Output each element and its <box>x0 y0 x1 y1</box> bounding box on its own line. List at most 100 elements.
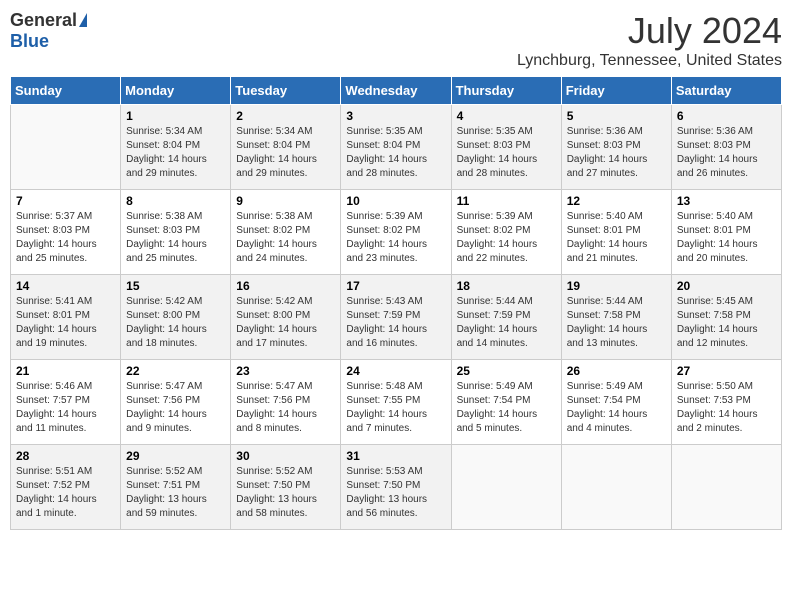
day-number: 9 <box>236 194 335 208</box>
header: General Blue July 2024 Lynchburg, Tennes… <box>10 10 782 70</box>
day-number: 10 <box>346 194 445 208</box>
day-info: Sunrise: 5:46 AM Sunset: 7:57 PM Dayligh… <box>16 380 115 436</box>
weekday-header: Monday <box>121 77 231 105</box>
day-number: 26 <box>567 364 666 378</box>
day-info: Sunrise: 5:51 AM Sunset: 7:52 PM Dayligh… <box>16 465 115 521</box>
calendar-cell: 8 Sunrise: 5:38 AM Sunset: 8:03 PM Daylig… <box>121 190 231 275</box>
day-number: 4 <box>457 109 556 123</box>
day-info: Sunrise: 5:40 AM Sunset: 8:01 PM Dayligh… <box>567 210 666 266</box>
day-number: 12 <box>567 194 666 208</box>
calendar-cell: 6Sunrise: 5:36 AM Sunset: 8:03 PM Daylig… <box>671 105 781 190</box>
calendar-cell: 3 Sunrise: 5:35 AM Sunset: 8:04 PM Daylig… <box>341 105 451 190</box>
calendar-cell: 11 Sunrise: 5:39 AM Sunset: 8:02 PM Dayli… <box>451 190 561 275</box>
calendar-cell: 13 Sunrise: 5:40 AM Sunset: 8:01 PM Dayli… <box>671 190 781 275</box>
day-info: Sunrise: 5:35 AM Sunset: 8:04 PM Dayligh… <box>346 125 445 181</box>
day-info: Sunrise: 5:52 AM Sunset: 7:51 PM Dayligh… <box>126 465 225 521</box>
calendar-header-row: SundayMondayTuesdayWednesdayThursdayFrid… <box>11 77 782 105</box>
weekday-header: Saturday <box>671 77 781 105</box>
day-info: Sunrise: 5:35 AM Sunset: 8:03 PM Dayligh… <box>457 125 556 181</box>
subtitle: Lynchburg, Tennessee, United States <box>517 52 782 70</box>
day-info: Sunrise: 5:45 AM Sunset: 7:58 PM Dayligh… <box>677 295 776 351</box>
calendar-cell: 4 Sunrise: 5:35 AM Sunset: 8:03 PM Daylig… <box>451 105 561 190</box>
day-number: 25 <box>457 364 556 378</box>
day-number: 27 <box>677 364 776 378</box>
calendar-cell: 25 Sunrise: 5:49 AM Sunset: 7:54 PM Dayli… <box>451 360 561 445</box>
day-number: 2 <box>236 109 335 123</box>
day-number: 15 <box>126 279 225 293</box>
weekday-header: Friday <box>561 77 671 105</box>
main-title: July 2024 <box>517 10 782 52</box>
day-info: Sunrise: 5:36 AM Sunset: 8:03 PM Dayligh… <box>567 125 666 181</box>
day-info: Sunrise: 5:40 AM Sunset: 8:01 PM Dayligh… <box>677 210 776 266</box>
calendar-week-row: 1Sunrise: 5:34 AM Sunset: 8:04 PM Daylig… <box>11 105 782 190</box>
day-info: Sunrise: 5:44 AM Sunset: 7:59 PM Dayligh… <box>457 295 556 351</box>
calendar-cell: 19 Sunrise: 5:44 AM Sunset: 7:58 PM Dayli… <box>561 275 671 360</box>
day-number: 13 <box>677 194 776 208</box>
logo-general-text: General <box>10 10 77 31</box>
calendar-week-row: 7 Sunrise: 5:37 AM Sunset: 8:03 PM Daylig… <box>11 190 782 275</box>
day-info: Sunrise: 5:42 AM Sunset: 8:00 PM Dayligh… <box>236 295 335 351</box>
day-info: Sunrise: 5:37 AM Sunset: 8:03 PM Dayligh… <box>16 210 115 266</box>
day-number: 31 <box>346 449 445 463</box>
calendar-cell <box>11 105 121 190</box>
calendar-cell: 18 Sunrise: 5:44 AM Sunset: 7:59 PM Dayli… <box>451 275 561 360</box>
weekday-header: Sunday <box>11 77 121 105</box>
calendar-week-row: 14Sunrise: 5:41 AM Sunset: 8:01 PM Dayli… <box>11 275 782 360</box>
logo-triangle-icon <box>79 13 87 27</box>
day-info: Sunrise: 5:36 AM Sunset: 8:03 PM Dayligh… <box>677 125 776 181</box>
day-number: 18 <box>457 279 556 293</box>
day-info: Sunrise: 5:39 AM Sunset: 8:02 PM Dayligh… <box>346 210 445 266</box>
day-info: Sunrise: 5:34 AM Sunset: 8:04 PM Dayligh… <box>126 125 225 181</box>
day-number: 11 <box>457 194 556 208</box>
calendar-cell: 2 Sunrise: 5:34 AM Sunset: 8:04 PM Daylig… <box>231 105 341 190</box>
calendar-cell <box>671 445 781 530</box>
day-number: 24 <box>346 364 445 378</box>
logo-blue-text: Blue <box>10 31 49 52</box>
calendar-cell: 16 Sunrise: 5:42 AM Sunset: 8:00 PM Dayli… <box>231 275 341 360</box>
calendar-cell: 24 Sunrise: 5:48 AM Sunset: 7:55 PM Dayli… <box>341 360 451 445</box>
day-info: Sunrise: 5:53 AM Sunset: 7:50 PM Dayligh… <box>346 465 445 521</box>
day-info: Sunrise: 5:38 AM Sunset: 8:03 PM Dayligh… <box>126 210 225 266</box>
day-info: Sunrise: 5:39 AM Sunset: 8:02 PM Dayligh… <box>457 210 556 266</box>
day-number: 20 <box>677 279 776 293</box>
day-info: Sunrise: 5:49 AM Sunset: 7:54 PM Dayligh… <box>567 380 666 436</box>
calendar-cell: 9Sunrise: 5:38 AM Sunset: 8:02 PM Daylig… <box>231 190 341 275</box>
day-number: 23 <box>236 364 335 378</box>
weekday-header: Thursday <box>451 77 561 105</box>
day-number: 28 <box>16 449 115 463</box>
calendar-cell: 22Sunrise: 5:47 AM Sunset: 7:56 PM Dayli… <box>121 360 231 445</box>
weekday-header: Tuesday <box>231 77 341 105</box>
calendar-cell: 27Sunrise: 5:50 AM Sunset: 7:53 PM Dayli… <box>671 360 781 445</box>
day-number: 22 <box>126 364 225 378</box>
day-number: 7 <box>16 194 115 208</box>
calendar-cell: 7 Sunrise: 5:37 AM Sunset: 8:03 PM Daylig… <box>11 190 121 275</box>
day-number: 8 <box>126 194 225 208</box>
calendar-cell: 28 Sunrise: 5:51 AM Sunset: 7:52 PM Dayli… <box>11 445 121 530</box>
calendar-cell <box>561 445 671 530</box>
calendar-cell: 14Sunrise: 5:41 AM Sunset: 8:01 PM Dayli… <box>11 275 121 360</box>
day-info: Sunrise: 5:44 AM Sunset: 7:58 PM Dayligh… <box>567 295 666 351</box>
day-number: 14 <box>16 279 115 293</box>
day-info: Sunrise: 5:43 AM Sunset: 7:59 PM Dayligh… <box>346 295 445 351</box>
calendar-cell: 20 Sunrise: 5:45 AM Sunset: 7:58 PM Dayli… <box>671 275 781 360</box>
day-number: 19 <box>567 279 666 293</box>
day-number: 17 <box>346 279 445 293</box>
calendar-cell: 23Sunrise: 5:47 AM Sunset: 7:56 PM Dayli… <box>231 360 341 445</box>
calendar-week-row: 28 Sunrise: 5:51 AM Sunset: 7:52 PM Dayli… <box>11 445 782 530</box>
calendar-cell: 12 Sunrise: 5:40 AM Sunset: 8:01 PM Dayli… <box>561 190 671 275</box>
day-info: Sunrise: 5:48 AM Sunset: 7:55 PM Dayligh… <box>346 380 445 436</box>
calendar-cell: 29 Sunrise: 5:52 AM Sunset: 7:51 PM Dayli… <box>121 445 231 530</box>
day-number: 29 <box>126 449 225 463</box>
day-number: 5 <box>567 109 666 123</box>
title-area: July 2024 Lynchburg, Tennessee, United S… <box>517 10 782 70</box>
day-info: Sunrise: 5:49 AM Sunset: 7:54 PM Dayligh… <box>457 380 556 436</box>
calendar-cell: 17 Sunrise: 5:43 AM Sunset: 7:59 PM Dayli… <box>341 275 451 360</box>
day-number: 16 <box>236 279 335 293</box>
weekday-header: Wednesday <box>341 77 451 105</box>
calendar-cell: 26 Sunrise: 5:49 AM Sunset: 7:54 PM Dayli… <box>561 360 671 445</box>
calendar-cell: 1Sunrise: 5:34 AM Sunset: 8:04 PM Daylig… <box>121 105 231 190</box>
calendar-cell <box>451 445 561 530</box>
day-info: Sunrise: 5:34 AM Sunset: 8:04 PM Dayligh… <box>236 125 335 181</box>
calendar-cell: 5 Sunrise: 5:36 AM Sunset: 8:03 PM Daylig… <box>561 105 671 190</box>
day-number: 3 <box>346 109 445 123</box>
